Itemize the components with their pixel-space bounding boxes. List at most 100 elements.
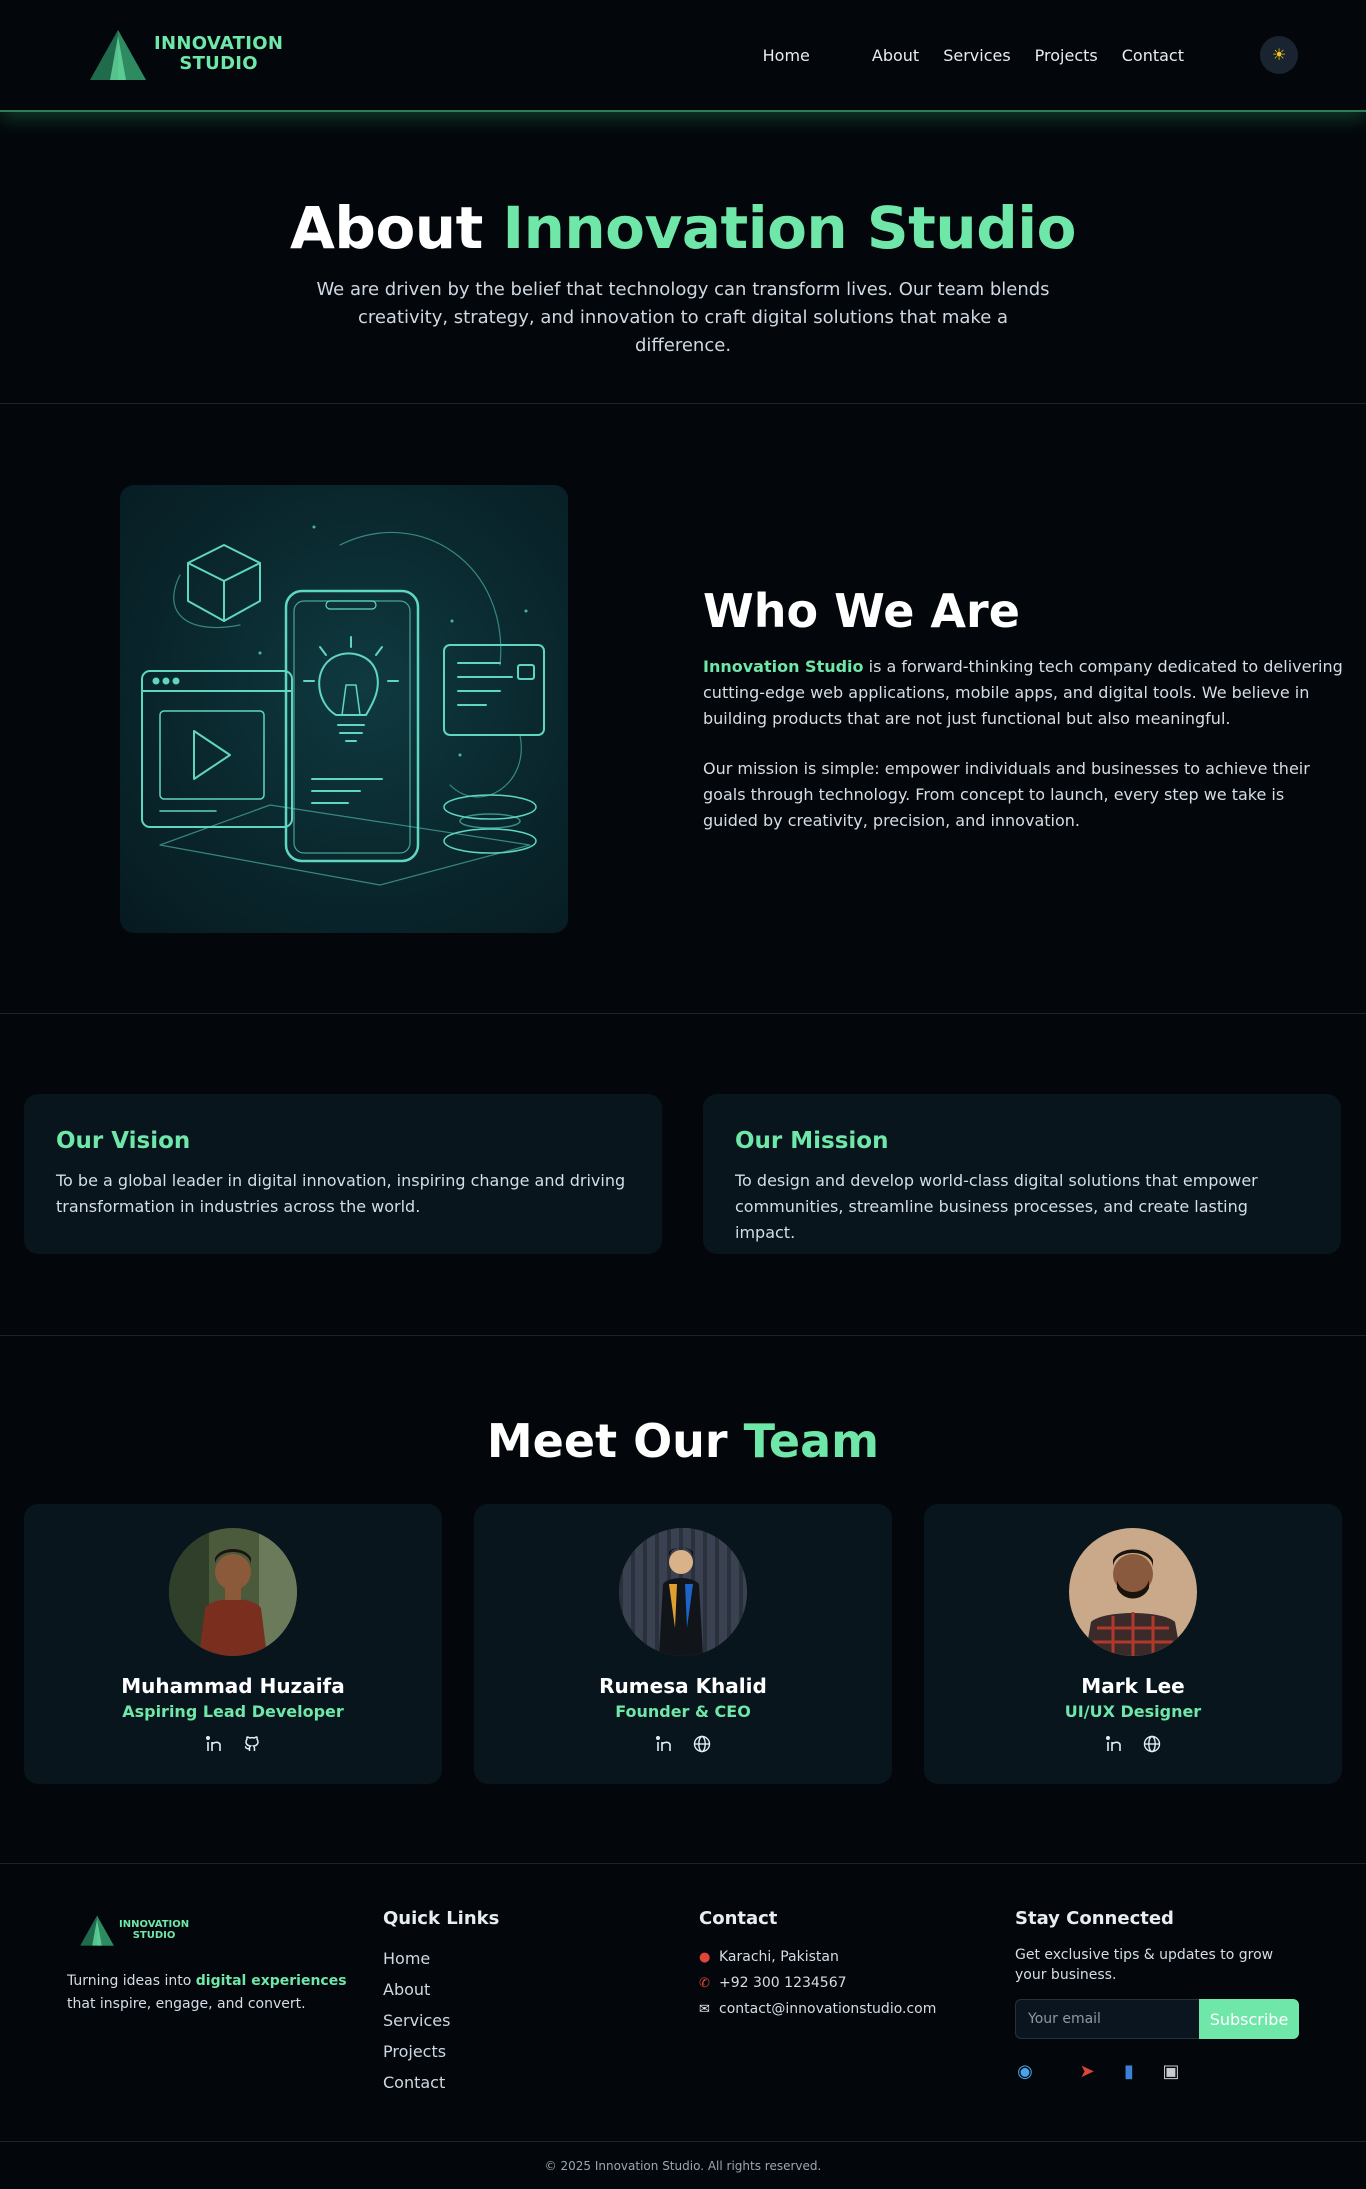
contact-location-text: Karachi, Pakistan [719,1949,839,1965]
team-card-rumesa: Rumesa Khalid Founder & CEO [474,1504,892,1784]
who-we-are-text: Who We Are Innovation Studio is a forwar… [703,584,1343,858]
nav-services[interactable]: Services [943,46,1010,65]
footer-link-home[interactable]: Home [383,1949,499,1968]
mission-text: To design and develop world-class digita… [735,1171,1258,1242]
page-title-accent: Innovation Studio [502,194,1077,262]
member-socials [924,1733,1342,1755]
pin-icon: ● [699,1949,711,1965]
github-icon[interactable] [241,1733,263,1755]
bird-icon[interactable]: ➤ [1077,2061,1097,2082]
team-title-white: Meet Our [486,1414,744,1468]
theme-toggle-button[interactable]: ☀ [1260,36,1298,74]
footer-brand-name: INNOVATION STUDIO [119,1919,189,1941]
sun-icon: ☀ [1271,47,1287,64]
linkedin-icon[interactable] [653,1733,675,1755]
team-title: Meet Our Team [0,1414,1366,1468]
footer-quick-links: Quick Links Home About Services Projects… [383,1908,499,2104]
avatar-rumesa [619,1528,747,1656]
mail-icon: ✉ [699,2001,710,2017]
footer-contact: Contact ● Karachi, Pakistan ✆ +92 300 1234… [699,1908,936,2027]
globe-icon[interactable] [691,1733,713,1755]
brand-name: INNOVATION STUDIO [154,34,283,74]
member-name: Mark Lee [1081,1674,1185,1698]
member-role: Aspiring Lead Developer [122,1702,344,1721]
team-card-mark: Mark Lee UI/UX Designer [924,1504,1342,1784]
mission-card: Our Mission To design and develop world-… [703,1094,1341,1254]
footer-link-projects[interactable]: Projects [383,2042,499,2061]
subscribe-button[interactable]: Subscribe [1199,1999,1299,2039]
footer-link-contact[interactable]: Contact [383,2073,499,2092]
member-socials [24,1733,442,1755]
brand-logo[interactable]: INNOVATION STUDIO [88,28,283,80]
brand-highlight: Innovation Studio [703,657,864,676]
brand-line-2: STUDIO [179,53,258,74]
team-title-accent: Team [743,1414,880,1468]
vision-card: Our Vision To be a global leader in digi… [24,1094,662,1254]
who-paragraph-1: Innovation Studio is a forward-thinking … [703,654,1343,732]
book-icon[interactable]: ▮ [1119,2061,1139,2082]
nav-about[interactable]: About [872,46,919,65]
contact-phone: ✆ +92 300 1234567 [699,1975,936,1991]
site-footer: INNOVATION STUDIO Turning ideas into dig… [0,1864,1366,2189]
vision-title: Our Vision [56,1128,191,1154]
stay-connected-desc: Get exclusive tips & updates to grow you… [1015,1947,1274,1983]
footer-tagline-pre: Turning ideas into [67,1973,196,1989]
phone-icon: ✆ [699,1975,710,1991]
contact-location: ● Karachi, Pakistan [699,1949,936,1965]
navbar: INNOVATION STUDIO Home About Services Pr… [0,0,1366,112]
who-we-are-section: Who We Are Innovation Studio is a forwar… [0,404,1366,1014]
footer-tagline-accent: digital experiences [195,1973,347,1989]
footer-brand: INNOVATION STUDIO Turning ideas into dig… [67,1914,357,2016]
member-name: Rumesa Khalid [599,1674,767,1698]
avatar-huzaifa [169,1528,297,1656]
globe-icon[interactable] [1141,1733,1163,1755]
footer-tagline: Turning ideas into digital experiences t… [67,1970,357,2016]
stay-connected-title: Stay Connected [1015,1908,1174,1929]
mission-title: Our Mission [735,1128,889,1154]
email-input[interactable] [1015,1999,1199,2039]
contact-title: Contact [699,1908,778,1929]
contact-phone-text[interactable]: +92 300 1234567 [719,1975,847,1991]
who-we-are-title: Who We Are [703,584,1020,638]
footer-brand-line-1: INNOVATION [119,1919,190,1930]
innovation-illustration [120,485,568,933]
footer-newsletter: Stay Connected Get exclusive tips & upda… [1015,1908,1305,2082]
who-paragraph-2: Our mission is simple: empower individua… [703,759,1310,830]
page-title-white: About [290,194,503,262]
linkedin-icon[interactable] [1103,1733,1125,1755]
member-role: UI/UX Designer [1064,1702,1202,1721]
logo-mark-icon [90,30,146,80]
quick-links-title: Quick Links [383,1908,500,1929]
footer-brand-line-2: STUDIO [132,1930,176,1941]
copyright: © 2025 Innovation Studio. All rights res… [0,2141,1366,2189]
avatar-mark [1069,1528,1197,1656]
logo-mark-icon [80,1915,114,1946]
hero-description: We are driven by the belief that technol… [316,279,1050,356]
nav-contact[interactable]: Contact [1122,46,1184,65]
subscribe-form: Subscribe [1015,1999,1305,2039]
vision-text: To be a global leader in digital innovat… [56,1171,626,1216]
footer-tagline-post: that inspire, engage, and convert. [67,1996,306,2012]
nav-home[interactable]: Home [763,46,810,65]
nav-links: Home About Services Projects Contact [739,46,1184,65]
member-socials [474,1733,892,1755]
linkedin-icon[interactable] [203,1733,225,1755]
brand-line-1: INNOVATION [154,33,284,54]
contact-email: ✉ contact@innovationstudio.com [699,2001,936,2017]
member-role: Founder & CEO [615,1702,751,1721]
footer-socials: ◉ ➤ ▮ ▣ [1015,2061,1305,2082]
member-name: Muhammad Huzaifa [121,1674,345,1698]
team-section: Meet Our Team Muhammad Huzaifa Aspiring … [0,1336,1366,1864]
camera-icon[interactable]: ▣ [1161,2061,1181,2082]
about-hero: About Innovation Studio We are driven by… [0,112,1366,404]
cube-icon [187,544,261,622]
footer-link-services[interactable]: Services [383,2011,499,2030]
vision-mission-section: Our Vision To be a global leader in digi… [0,1014,1366,1336]
footer-link-about[interactable]: About [383,1980,499,1999]
contact-email-text[interactable]: contact@innovationstudio.com [719,2001,936,2017]
globe-icon[interactable]: ◉ [1015,2061,1035,2082]
team-card-huzaifa: Muhammad Huzaifa Aspiring Lead Developer [24,1504,442,1784]
nav-projects[interactable]: Projects [1035,46,1098,65]
footer-logo[interactable]: INNOVATION STUDIO [79,1914,357,1946]
page-title: About Innovation Studio [0,194,1366,262]
